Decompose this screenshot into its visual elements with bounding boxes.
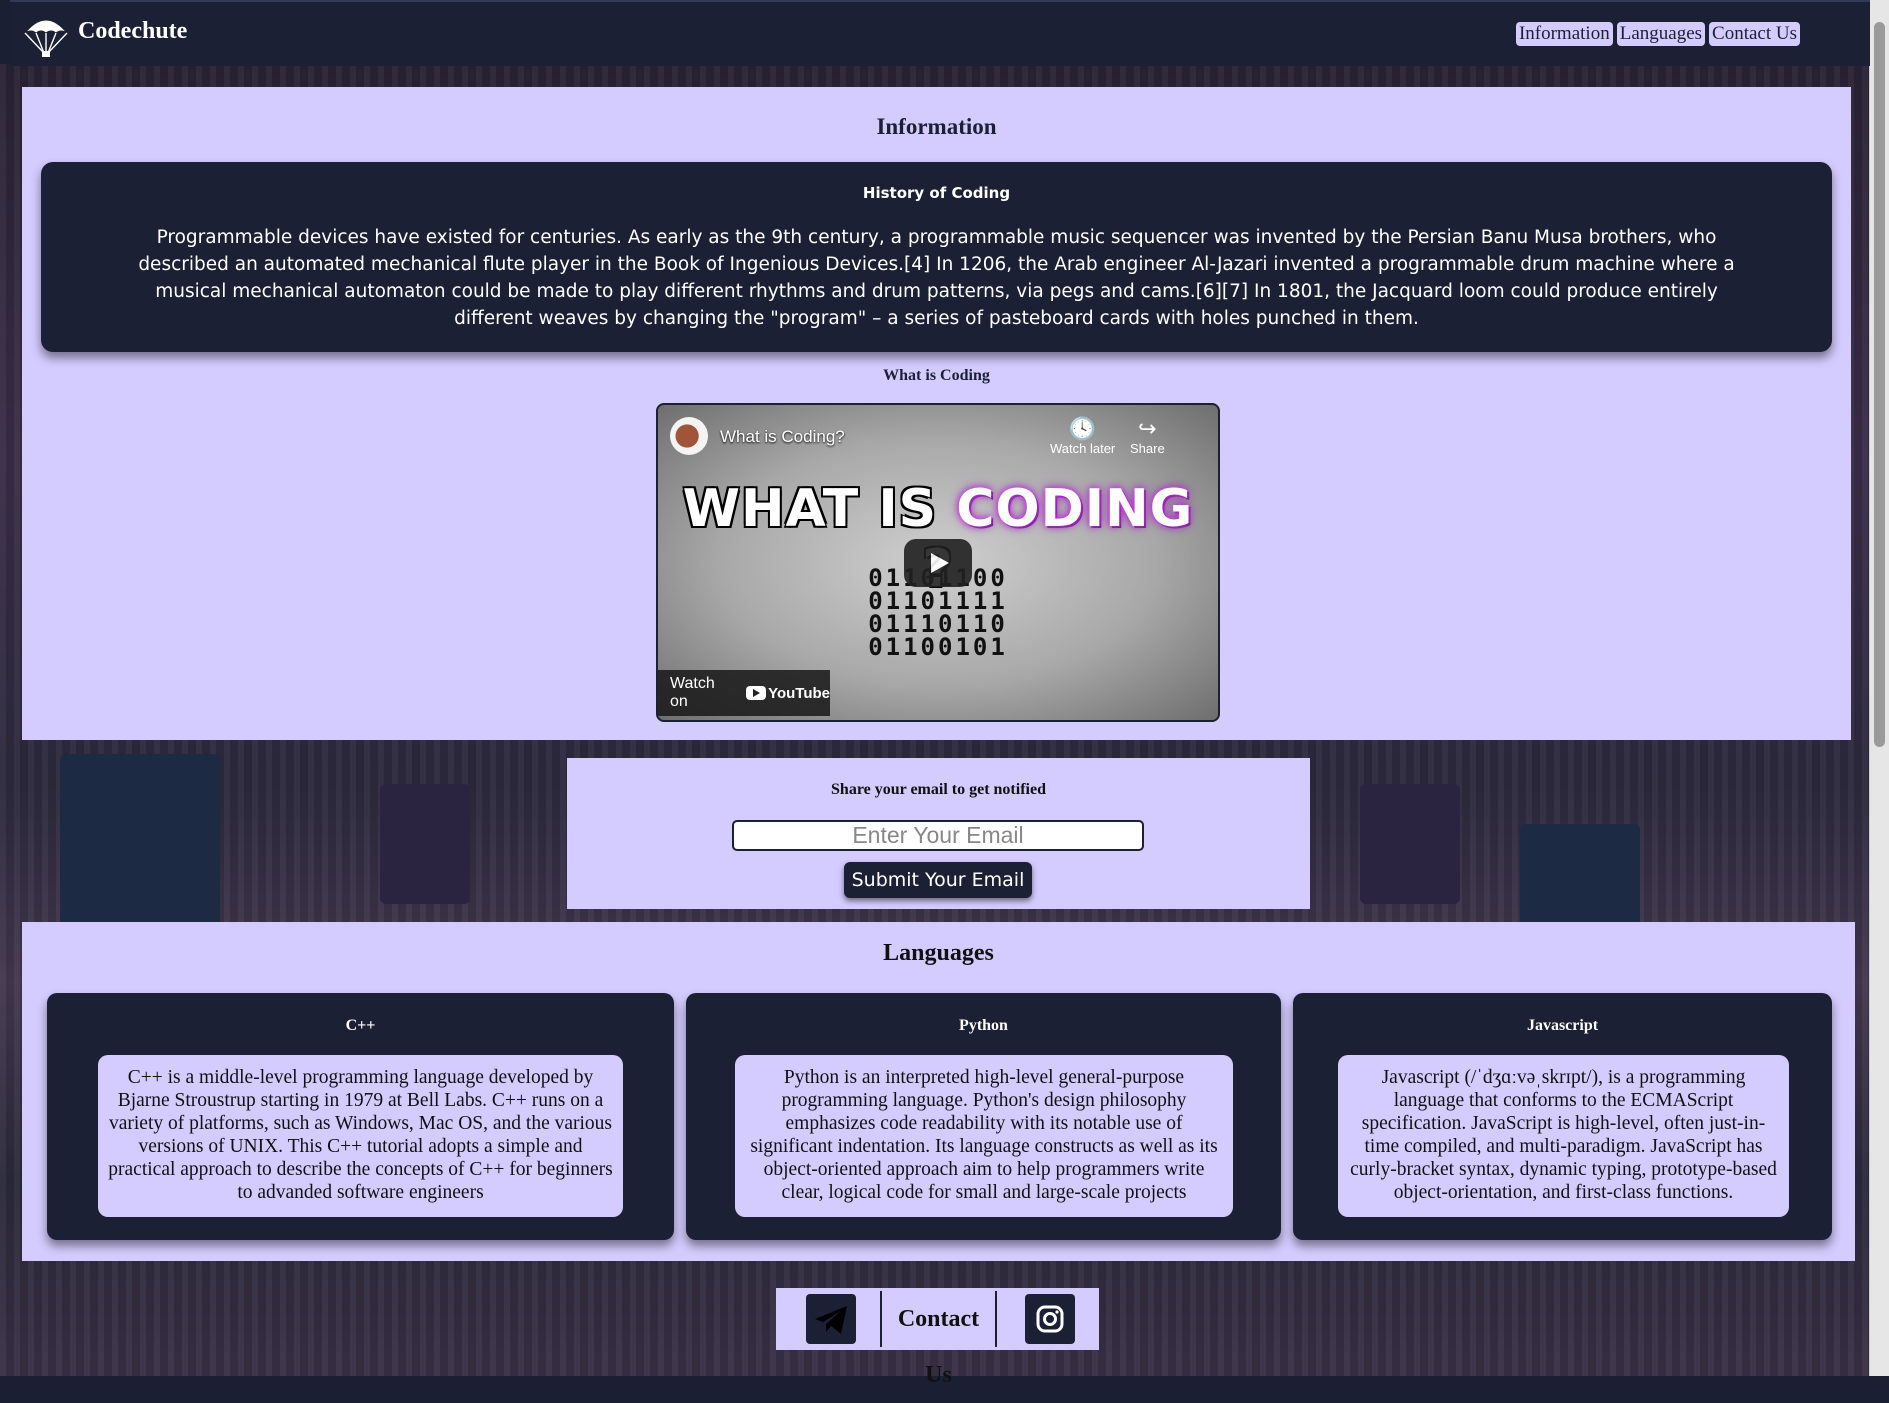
clock-icon: 🕓 xyxy=(1068,416,1097,441)
language-name: Python xyxy=(959,1017,1008,1034)
notify-section: Share your email to get notified Submit … xyxy=(567,758,1310,909)
top-navbar: Codechute Information Languages Contact … xyxy=(10,0,1870,66)
language-description: C++ is a middle-level programming langua… xyxy=(98,1055,623,1217)
youtube-wordmark: YouTube xyxy=(768,684,830,702)
watch-on-label: Watch on xyxy=(670,675,715,710)
contact-title: Contact Us xyxy=(880,1291,997,1388)
nav-link-information[interactable]: Information xyxy=(1515,22,1613,46)
telegram-button[interactable] xyxy=(806,1294,856,1344)
language-name: Javascript xyxy=(1526,1017,1599,1034)
bg-window xyxy=(380,784,470,904)
contact-footer: Contact Us xyxy=(776,1288,1099,1388)
watch-later-label: Watch later xyxy=(1050,441,1116,456)
youtube-logo: YouTube xyxy=(746,685,830,702)
share-label: Share xyxy=(1130,441,1165,456)
watch-later-button[interactable]: 🕓 Watch later xyxy=(1050,416,1116,457)
languages-section: Languages C++ C++ is a middle-level prog… xyxy=(22,922,1855,1261)
youtube-icon xyxy=(746,686,767,700)
instagram-button[interactable] xyxy=(1025,1294,1075,1344)
submit-email-button[interactable]: Submit Your Email xyxy=(844,862,1032,898)
language-description: Javascript (/ˈdʒɑːvəˌskrɪpt/), is a prog… xyxy=(1338,1055,1789,1217)
language-card-python: Python Python is an interpreted high-lev… xyxy=(686,993,1281,1240)
video-heading: What is Coding xyxy=(883,367,990,384)
language-name: C++ xyxy=(345,1017,376,1034)
channel-avatar[interactable] xyxy=(670,417,708,455)
language-card-cpp: C++ C++ is a middle-level programming la… xyxy=(47,993,674,1240)
main-nav: Information Languages Contact Us xyxy=(1515,22,1800,46)
history-card: History of Coding Programmable devices h… xyxy=(41,162,1832,352)
nav-link-contact-us[interactable]: Contact Us xyxy=(1709,22,1800,46)
language-description: Python is an interpreted high-level gene… xyxy=(735,1055,1233,1217)
instagram-icon xyxy=(1036,1305,1064,1333)
parachute-icon xyxy=(24,19,68,57)
email-input[interactable] xyxy=(732,820,1144,851)
youtube-embed[interactable]: What is Coding? 🕓 Watch later ↪ Share WH… xyxy=(656,403,1220,722)
scrollbar[interactable] xyxy=(1869,0,1889,1376)
language-card-javascript: Javascript Javascript (/ˈdʒɑːvəˌskrɪpt/)… xyxy=(1293,993,1832,1240)
binary-line: 01100101 xyxy=(868,633,1008,661)
brand-name: Codechute xyxy=(78,18,188,44)
history-text: Programmable devices have existed for ce… xyxy=(138,227,1735,329)
information-section: Information History of Coding Programmab… xyxy=(22,87,1851,740)
thumb-text-what-is: WHAT IS xyxy=(682,479,957,539)
play-button[interactable] xyxy=(904,539,972,587)
thumb-text-coding: CODING xyxy=(956,479,1194,539)
information-title: Information xyxy=(876,114,997,139)
scrollbar-thumb[interactable] xyxy=(1874,22,1885,747)
video-title[interactable]: What is Coding? xyxy=(720,427,845,447)
history-title: History of Coding xyxy=(862,184,1011,202)
share-icon: ↪ xyxy=(1138,416,1157,441)
watch-on-youtube-button[interactable]: Watch on YouTube xyxy=(658,670,830,716)
telegram-icon xyxy=(815,1306,847,1334)
bg-window xyxy=(1360,784,1460,904)
bg-window xyxy=(60,754,220,934)
nav-link-languages[interactable]: Languages xyxy=(1616,22,1706,46)
share-button[interactable]: ↪ Share xyxy=(1130,416,1165,457)
notify-heading: Share your email to get notified xyxy=(831,781,1046,798)
languages-title: Languages xyxy=(883,940,994,966)
